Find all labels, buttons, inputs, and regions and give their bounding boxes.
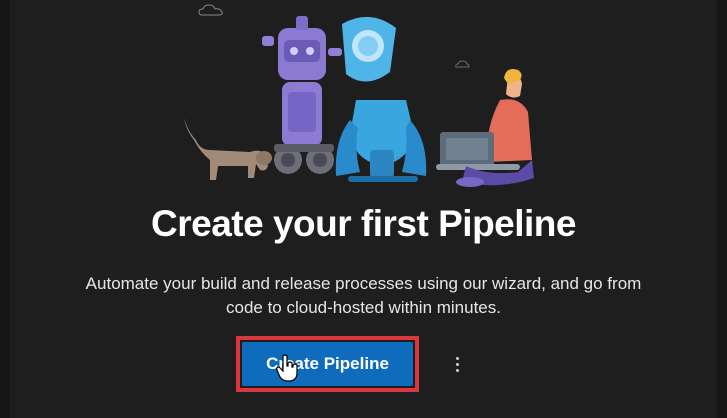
robot-illustration xyxy=(262,16,342,174)
more-dot xyxy=(455,368,459,372)
person-illustration xyxy=(436,69,534,187)
more-dot xyxy=(455,362,459,366)
more-vertical-icon[interactable] xyxy=(446,350,468,378)
empty-state-description: Automate your build and release processe… xyxy=(0,272,727,320)
rocket-illustration xyxy=(335,16,427,182)
create-pipeline-button[interactable]: Create Pipeline xyxy=(242,342,413,386)
dog-illustration xyxy=(184,118,272,180)
hand-cursor-icon xyxy=(276,354,298,382)
description-line-2: code to cloud-hosted within minutes. xyxy=(226,298,501,317)
pipeline-illustration xyxy=(184,16,534,187)
description-line-1: Automate your build and release processe… xyxy=(85,274,642,293)
page-title: Create your first Pipeline xyxy=(151,203,576,244)
more-dot xyxy=(455,356,459,360)
pipelines-empty-state: Create your first Pipeline Automate your… xyxy=(0,0,727,418)
